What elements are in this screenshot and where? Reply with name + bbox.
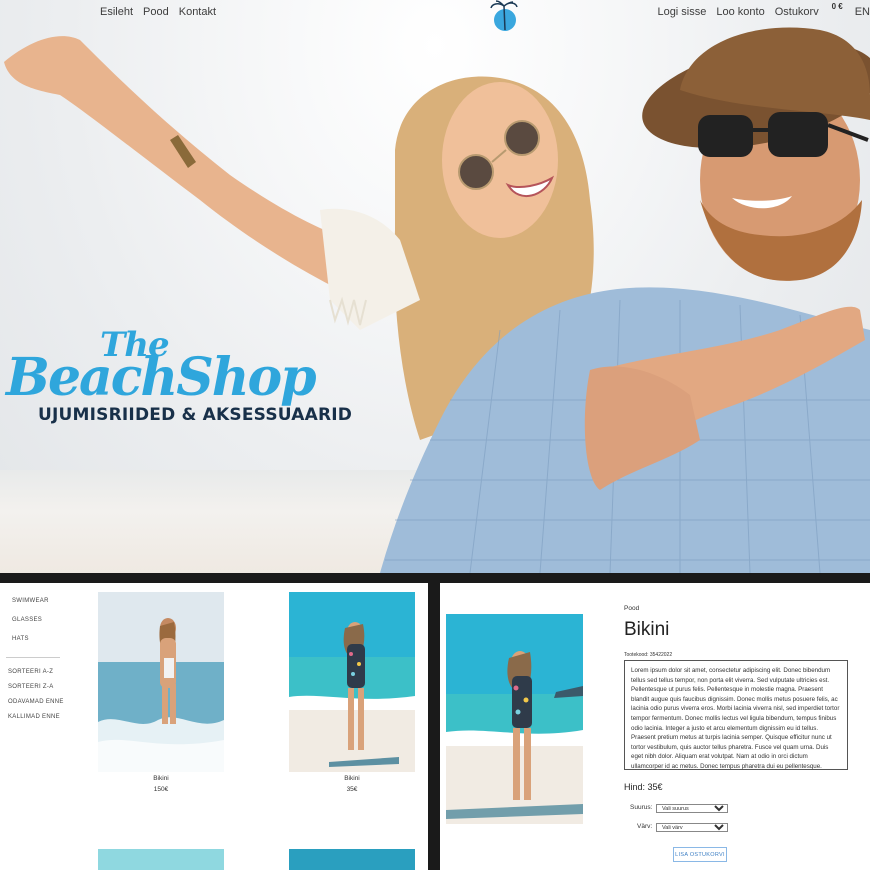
product-price: Hind: 35€ xyxy=(624,782,663,792)
size-label: Suurus: xyxy=(630,804,653,811)
language-switch[interactable]: EN xyxy=(855,6,870,18)
product-detail-image xyxy=(446,614,583,824)
main-nav: Esileht Pood Kontakt xyxy=(100,6,216,18)
shop-listing-panel: SWIMWEAR GLASSES HATS SORTEERI A-Z SORTE… xyxy=(0,583,428,870)
brand-logo: The BeachShop UJUMISRIIDED & AKSESSUAARI… xyxy=(6,325,386,425)
login-link[interactable]: Logi sisse xyxy=(657,6,706,18)
add-to-cart-button[interactable]: LISA OSTUKORVI xyxy=(673,847,727,862)
product-description: Lorem ipsum dolor sit amet, consectetur … xyxy=(624,660,848,770)
product-image[interactable] xyxy=(289,849,415,870)
size-select[interactable]: Vali suurus xyxy=(656,804,728,813)
product-card[interactable]: Bikini 150€ xyxy=(98,592,224,793)
product-image[interactable] xyxy=(98,849,224,870)
category-item[interactable]: GLASSES xyxy=(12,617,49,623)
brand-tagline: UJUMISRIIDED & AKSESSUAARID xyxy=(38,405,353,425)
nav-contact-link[interactable]: Kontakt xyxy=(179,6,216,18)
product-detail-panel: Pood Bikini Tootekood: 35422022 Lorem ip… xyxy=(440,583,870,870)
nav-home-link[interactable]: Esileht xyxy=(100,6,133,18)
product-price: 35€ xyxy=(346,786,358,793)
product-card[interactable]: Bikini 35€ xyxy=(289,592,415,793)
product-image[interactable] xyxy=(98,592,224,772)
sort-option[interactable]: SORTEERI A-Z xyxy=(8,669,64,675)
account-nav: Logi sisse Loo konto Ostukorv 0 € EN xyxy=(657,2,870,18)
product-image[interactable] xyxy=(289,592,415,772)
category-list: SWIMWEAR GLASSES HATS xyxy=(12,598,49,655)
nav-shop-link[interactable]: Pood xyxy=(143,6,169,18)
category-item[interactable]: HATS xyxy=(12,636,49,642)
cart-label: Ostukorv xyxy=(774,6,819,18)
hero-photo-couple xyxy=(4,27,870,573)
product-name: Bikini xyxy=(344,775,360,782)
product-sku: Tootekood: 35422022 xyxy=(624,652,673,658)
category-item[interactable]: SWIMWEAR xyxy=(12,598,49,604)
product-title: Bikini xyxy=(624,619,670,640)
register-link[interactable]: Loo konto xyxy=(716,6,764,18)
sort-option[interactable]: ODAVAMAD ENNE xyxy=(8,699,64,705)
sidebar-divider xyxy=(6,657,60,658)
breadcrumb[interactable]: Pood xyxy=(624,605,639,612)
product-name: Bikini xyxy=(153,775,169,782)
color-select[interactable]: Vali värv xyxy=(656,823,728,832)
color-label: Värv: xyxy=(637,823,653,830)
palm-logo-icon[interactable] xyxy=(490,0,518,32)
brand-name: BeachShop xyxy=(6,347,317,408)
hero-banner: Esileht Pood Kontakt Logi sisse Loo kont… xyxy=(0,0,870,573)
sort-options: SORTEERI A-Z SORTEERI Z-A ODAVAMAD ENNE … xyxy=(8,669,64,729)
sort-option[interactable]: SORTEERI Z-A xyxy=(8,684,64,690)
cart-link[interactable]: Ostukorv 0 € xyxy=(774,2,845,18)
cart-total-badge: 0 € xyxy=(831,2,843,11)
product-price: 150€ xyxy=(153,786,169,793)
sort-option[interactable]: KALLIMAD ENNE xyxy=(8,714,64,720)
